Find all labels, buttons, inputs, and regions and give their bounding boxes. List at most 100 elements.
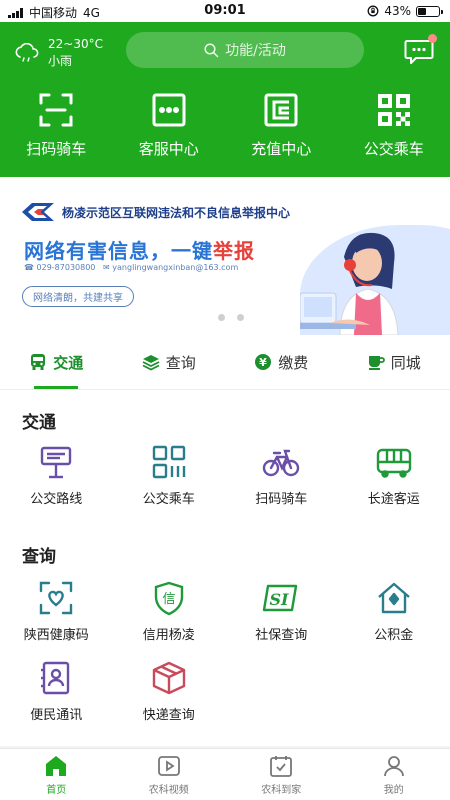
search-placeholder: 功能/活动 — [225, 43, 286, 59]
banner-slogan: 网络有害信息，一键举报 — [24, 235, 255, 264]
service-health-code[interactable]: 陕西健康码 — [0, 580, 113, 643]
nav-video[interactable]: 农科视频 — [113, 749, 226, 800]
bus-stop-icon — [41, 446, 72, 479]
social-security-icon: SI — [263, 584, 298, 612]
mail-icon: ✉ — [103, 263, 110, 272]
message-button[interactable] — [404, 34, 437, 65]
tab-traffic[interactable]: 交通 — [0, 335, 113, 389]
carousel-dot[interactable] — [218, 314, 225, 321]
tab-local[interactable]: 同城 — [338, 335, 450, 389]
app-header: 22~30°C 小雨 功能/活动 扫码骑车 客服中心 充值中心 公交乘车 — [0, 22, 450, 177]
service-grid: 交通 公交路线 公交乘车 扫码骑车 长途客运 查询 陕西健康码 信 信用杨凌 S… — [0, 390, 450, 746]
service-label: 公积金 — [374, 628, 414, 643]
bus-icon — [31, 354, 46, 370]
bottom-nav: 首页 农科视频 农科到家 我的 — [0, 748, 450, 800]
quick-customer-service[interactable]: 客服中心 — [113, 92, 226, 159]
weather-temp: 22~30°C — [48, 37, 103, 51]
tab-label: 交通 — [53, 353, 84, 372]
service-bus-ride[interactable]: 公交乘车 — [113, 444, 226, 507]
stack-icon — [142, 355, 160, 371]
nav-label: 首页 — [46, 784, 67, 796]
calendar-check-icon — [270, 755, 293, 777]
battery-percent: 43% — [384, 4, 411, 18]
quick-label: 充值中心 — [251, 140, 312, 158]
service-bus-route[interactable]: 公交路线 — [0, 444, 113, 507]
qr-code-icon — [152, 445, 185, 479]
service-contacts[interactable]: 便民通讯 — [0, 660, 113, 723]
yen-icon: ¥ — [255, 354, 272, 370]
quick-label: 扫码骑车 — [26, 140, 87, 158]
user-icon — [383, 755, 404, 776]
scan-icon — [39, 93, 73, 127]
quick-recharge[interactable]: 充值中心 — [225, 92, 338, 159]
section-title-query: 查询 — [22, 547, 56, 567]
banner-slogan-emph: 举报 — [213, 239, 255, 263]
nav-home[interactable]: 首页 — [0, 749, 113, 800]
carousel-dot[interactable] — [237, 314, 244, 321]
battery-icon — [416, 5, 443, 17]
tab-payment[interactable]: ¥ 缴费 — [225, 335, 338, 389]
svg-text:SI: SI — [270, 590, 290, 609]
credit-shield-icon: 信 — [154, 581, 183, 616]
banner-org-text: 杨凌示范区互联网违法和不良信息举报中心 — [62, 205, 291, 220]
unread-dot — [428, 34, 437, 43]
tab-query[interactable]: 查询 — [113, 335, 226, 389]
customer-service-icon — [152, 93, 186, 127]
service-label: 公交路线 — [30, 492, 83, 507]
svg-text:信: 信 — [162, 592, 175, 607]
service-social-security[interactable]: SI 社保查询 — [225, 580, 338, 643]
rotation-lock-icon — [367, 5, 379, 17]
house-icon — [377, 582, 410, 614]
service-scan-bike[interactable]: 扫码骑车 — [225, 444, 338, 507]
banner-org: 杨凌示范区互联网违法和不良信息举报中心 — [20, 201, 290, 223]
home-icon — [46, 755, 67, 776]
banner-contact: ☎ 029-87030800 ✉ yanglingwangxinban@163.… — [24, 263, 238, 272]
nav-label: 我的 — [383, 784, 404, 796]
banner-pill: 网络清朗，共建共享 — [22, 286, 134, 307]
quick-scan-ride[interactable]: 扫码骑车 — [0, 92, 113, 159]
bicycle-icon — [263, 449, 300, 477]
banner-phone: 029-87030800 — [36, 263, 96, 272]
service-label: 社保查询 — [255, 628, 308, 643]
svg-text:¥: ¥ — [259, 356, 267, 369]
phone-icon: ☎ — [24, 263, 34, 272]
search-input[interactable]: 功能/活动 — [126, 32, 364, 68]
contacts-icon — [41, 661, 70, 695]
service-label: 长途客运 — [367, 492, 420, 507]
nav-profile[interactable]: 我的 — [338, 749, 450, 800]
weather-desc: 小雨 — [48, 54, 73, 68]
service-credit[interactable]: 信 信用杨凌 — [113, 580, 226, 643]
coach-icon — [376, 448, 411, 478]
service-coach[interactable]: 长途客运 — [338, 444, 450, 507]
tab-label: 缴费 — [278, 353, 309, 372]
nav-label: 农科视频 — [148, 784, 189, 796]
cloud-rain-icon — [15, 43, 39, 62]
qr-code-icon — [377, 94, 410, 126]
weather-widget[interactable]: 22~30°C 小雨 — [14, 36, 103, 70]
banner-slogan-main: 网络有害信息，一键 — [24, 239, 213, 263]
service-label: 便民通讯 — [30, 708, 83, 723]
quick-actions: 扫码骑车 客服中心 充值中心 公交乘车 — [0, 92, 450, 159]
status-bar: 中国移动 4G 09:01 43% — [0, 0, 450, 22]
tab-label: 同城 — [390, 353, 421, 372]
quick-label: 客服中心 — [138, 140, 199, 158]
cup-icon — [368, 356, 385, 370]
service-express[interactable]: 快递查询 — [113, 660, 226, 723]
carousel-dots[interactable] — [218, 314, 244, 321]
nav-label: 农科到家 — [261, 784, 302, 796]
promo-banner[interactable]: 杨凌示范区互联网违法和不良信息举报中心 网络有害信息，一键举报 ☎ 029-87… — [0, 177, 450, 335]
service-label: 扫码骑车 — [255, 492, 308, 507]
weather-text: 22~30°C 小雨 — [48, 36, 103, 70]
quick-bus-ride[interactable]: 公交乘车 — [338, 92, 450, 159]
service-label: 陕西健康码 — [23, 628, 89, 643]
service-label: 公交乘车 — [142, 492, 195, 507]
service-housing-fund[interactable]: 公积金 — [338, 580, 450, 643]
nav-home-delivery[interactable]: 农科到家 — [225, 749, 338, 800]
section-title-traffic: 交通 — [22, 413, 56, 433]
tab-label: 查询 — [165, 353, 196, 372]
banner-email: yanglingwangxinban@163.com — [112, 263, 239, 272]
quick-label: 公交乘车 — [363, 140, 424, 158]
category-tabs: 交通 查询 ¥ 缴费 同城 — [0, 335, 450, 390]
service-label: 信用杨凌 — [142, 628, 195, 643]
service-label: 快递查询 — [142, 708, 195, 723]
